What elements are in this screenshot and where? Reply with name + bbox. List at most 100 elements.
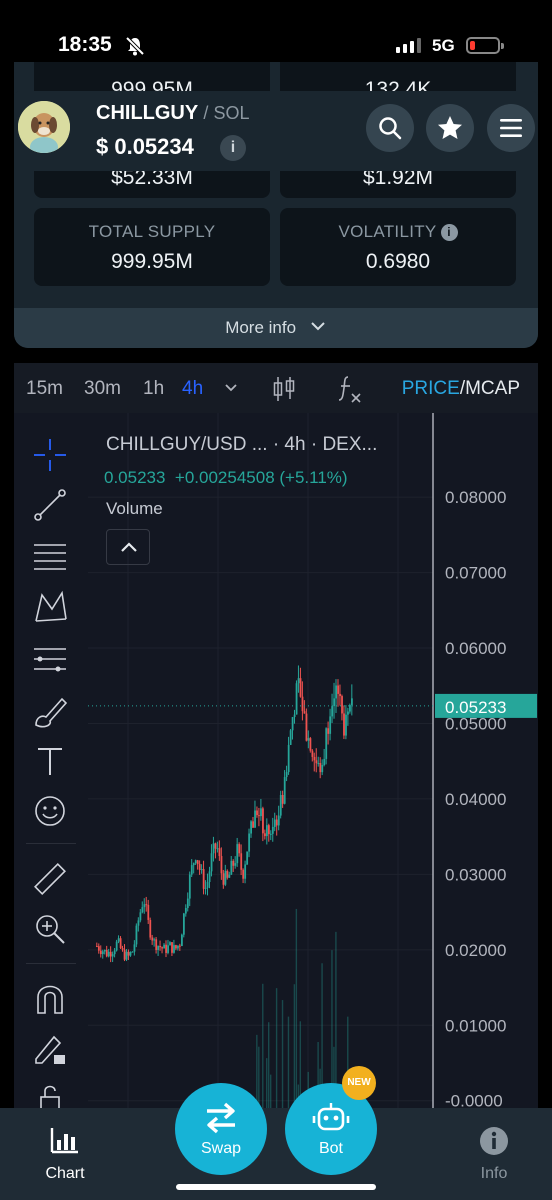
candle-body bbox=[301, 696, 304, 712]
candle-body bbox=[224, 870, 227, 885]
swap-button[interactable]: Swap bbox=[175, 1083, 267, 1175]
candle-body bbox=[335, 685, 338, 699]
zoom-in-icon[interactable] bbox=[32, 911, 68, 947]
nav-info-label: Info bbox=[480, 1165, 508, 1182]
candle-body bbox=[145, 904, 148, 906]
candle-body bbox=[351, 698, 353, 706]
candle-body bbox=[329, 716, 332, 734]
candle-body bbox=[297, 678, 300, 684]
menu-button[interactable] bbox=[487, 104, 535, 152]
candle-body bbox=[190, 865, 193, 875]
candle-body bbox=[165, 944, 167, 953]
candle-body bbox=[252, 821, 254, 828]
search-button[interactable] bbox=[366, 104, 414, 152]
favorite-button[interactable] bbox=[426, 104, 474, 152]
nav-info[interactable]: Info bbox=[474, 1126, 514, 1183]
price-info-icon[interactable]: i bbox=[220, 135, 246, 161]
trend-line-icon[interactable] bbox=[32, 487, 68, 523]
stat-value: 0.6980 bbox=[365, 250, 431, 273]
candle-body bbox=[202, 869, 205, 889]
indicators-fx-icon[interactable] bbox=[336, 374, 364, 404]
timeframe-1h[interactable]: 1h bbox=[143, 378, 164, 400]
price-mcap-toggle[interactable]: PRICE/MCAP bbox=[402, 378, 520, 400]
candles-icon[interactable] bbox=[272, 375, 296, 403]
token-chain: SOL bbox=[213, 103, 250, 123]
timeframe-30m[interactable]: 30m bbox=[84, 378, 121, 400]
candle-body bbox=[212, 843, 215, 854]
last-price-label: 0.05233 bbox=[445, 698, 506, 717]
crosshair-icon[interactable] bbox=[32, 437, 68, 473]
candle-body bbox=[194, 860, 197, 864]
candle-body bbox=[258, 815, 260, 817]
candle-body bbox=[289, 730, 292, 745]
candle-body bbox=[293, 714, 296, 718]
timeframe-4h[interactable]: 4h bbox=[182, 378, 203, 400]
price-toggle-option[interactable]: PRICE bbox=[402, 378, 460, 399]
candle-body bbox=[186, 898, 189, 908]
stat-label: VOLATILITY bbox=[338, 222, 437, 241]
candle-body bbox=[295, 683, 298, 715]
collapse-legend-button[interactable] bbox=[106, 529, 150, 565]
chevron-down-icon[interactable] bbox=[224, 383, 238, 393]
candle-body bbox=[323, 758, 326, 765]
volume-bar bbox=[281, 1000, 284, 1108]
candle-body bbox=[248, 833, 251, 852]
fib-retracement-icon[interactable] bbox=[32, 539, 68, 575]
candle-body bbox=[226, 870, 229, 878]
clock: 18:35 bbox=[58, 33, 112, 56]
candle-body bbox=[105, 949, 108, 957]
candle-body bbox=[125, 951, 128, 960]
magnet-icon[interactable] bbox=[32, 981, 68, 1017]
candle-body bbox=[137, 920, 140, 926]
lock-drawing-icon[interactable] bbox=[32, 1031, 68, 1067]
home-indicator bbox=[176, 1184, 376, 1190]
candle-body bbox=[266, 825, 268, 837]
candle-body bbox=[327, 728, 330, 734]
tool-separator bbox=[26, 963, 76, 964]
candle-body bbox=[238, 844, 241, 854]
candle-body bbox=[157, 945, 160, 950]
more-info-button[interactable]: More info bbox=[14, 308, 538, 348]
candle-body bbox=[264, 833, 266, 837]
candle-body bbox=[135, 925, 138, 945]
ruler-icon[interactable] bbox=[32, 861, 68, 897]
candle-body bbox=[244, 864, 247, 879]
token-header: CHILLGUY / SOL $ 0.05234 i bbox=[14, 91, 538, 171]
brush-icon[interactable] bbox=[32, 693, 68, 729]
prediction-icon[interactable] bbox=[32, 641, 68, 677]
candle-body bbox=[103, 949, 106, 952]
emoji-icon[interactable] bbox=[32, 793, 68, 829]
candle-body bbox=[273, 819, 276, 827]
candle-body bbox=[321, 764, 324, 773]
stat-card-total-supply: TOTAL SUPPLY 999.95M bbox=[34, 208, 270, 286]
star-icon bbox=[438, 116, 462, 139]
bot-label: Bot bbox=[318, 1140, 343, 1157]
nav-chart[interactable]: Chart bbox=[42, 1126, 88, 1183]
pattern-icon[interactable] bbox=[32, 589, 68, 625]
volume-bar bbox=[335, 931, 337, 1108]
info-icon[interactable]: i bbox=[440, 224, 458, 241]
candle-body bbox=[171, 942, 173, 953]
candle-body bbox=[246, 851, 249, 865]
swap-arrows-icon bbox=[207, 1102, 235, 1134]
candle-body bbox=[117, 938, 120, 942]
mcap-toggle-option[interactable]: MCAP bbox=[465, 378, 520, 399]
candle-body bbox=[167, 945, 169, 953]
timeframe-15m[interactable]: 15m bbox=[26, 378, 63, 400]
bar-chart-icon bbox=[50, 1128, 78, 1154]
candle-body bbox=[281, 794, 284, 804]
y-tick-label: 0.03000 bbox=[445, 865, 506, 884]
candle-body bbox=[256, 810, 258, 816]
legend-change: +0.00254508 (+5.11%) bbox=[174, 468, 348, 487]
candle-body bbox=[139, 912, 142, 921]
candle-body bbox=[317, 763, 320, 765]
candle-body bbox=[305, 713, 308, 741]
stat-card-volatility: VOLATILITY i 0.6980 bbox=[280, 208, 516, 286]
candle-body bbox=[262, 808, 264, 834]
candle-body bbox=[240, 853, 243, 870]
hamburger-menu-icon bbox=[500, 119, 522, 137]
candle-body bbox=[177, 945, 179, 949]
y-tick-label: 0.08000 bbox=[445, 488, 506, 507]
text-icon[interactable] bbox=[32, 743, 68, 779]
candle-body bbox=[283, 777, 286, 804]
